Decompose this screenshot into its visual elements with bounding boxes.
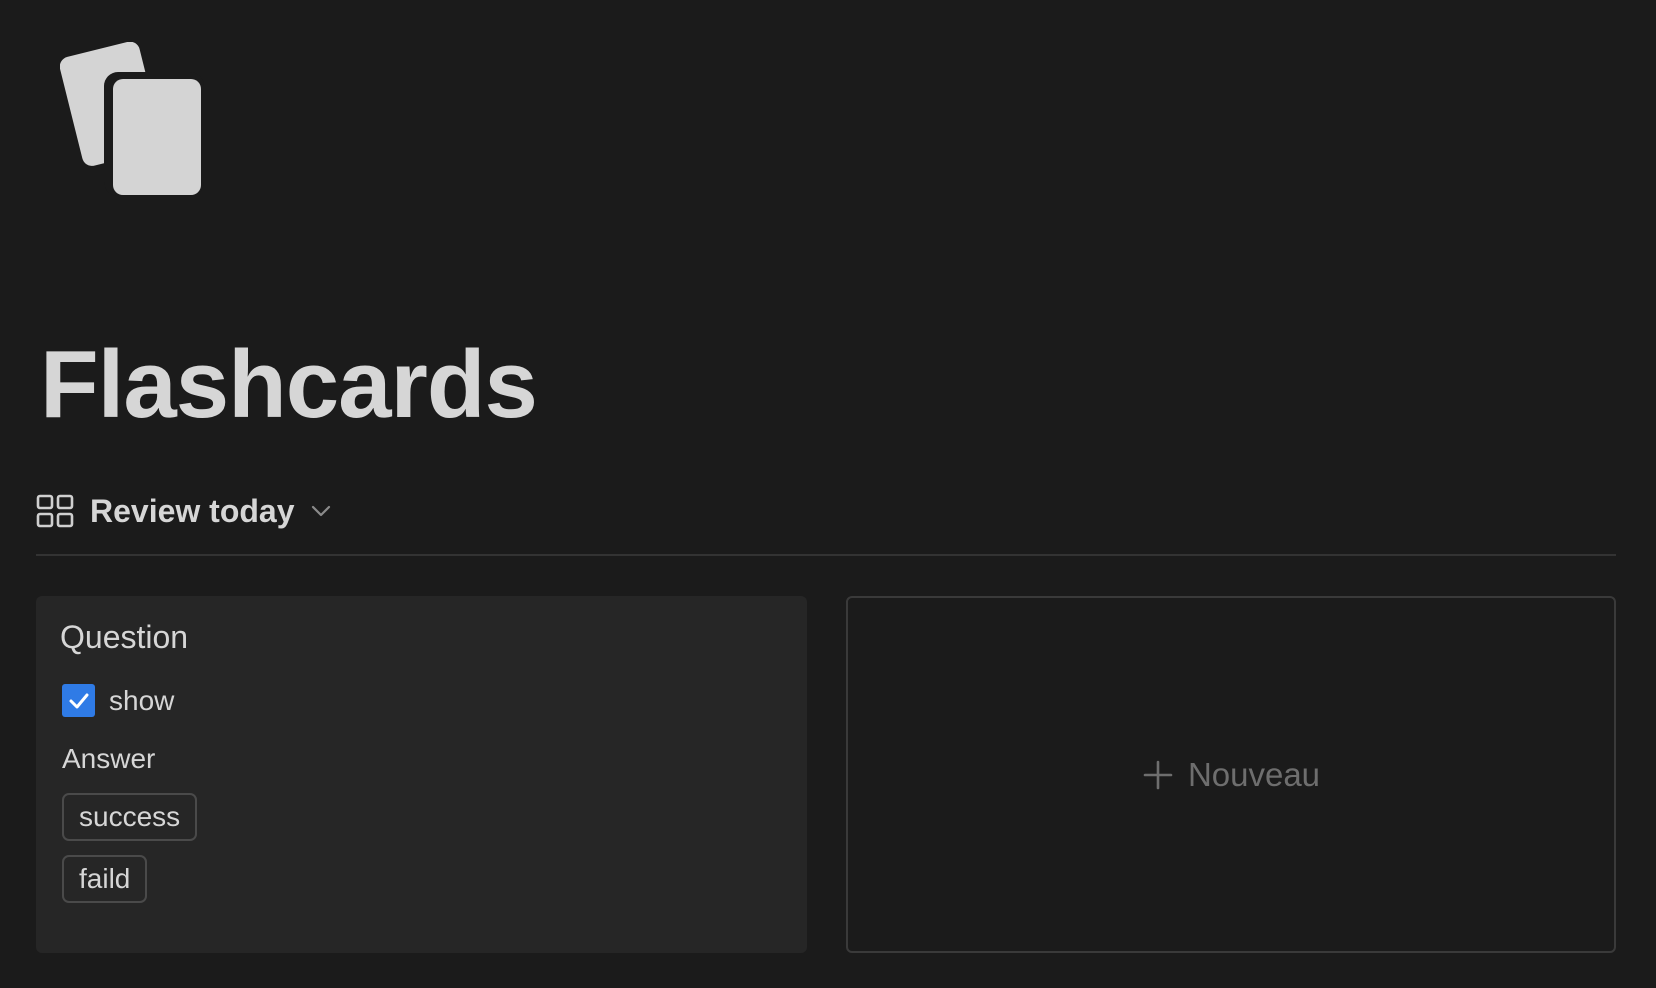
- view-tab-label: Review today: [90, 492, 295, 529]
- page-title[interactable]: Flashcards: [40, 330, 538, 440]
- new-card-label: Nouveau: [1187, 755, 1321, 793]
- view-divider: [36, 554, 1616, 556]
- gallery-card[interactable]: Question show Answer success faild: [36, 596, 807, 953]
- answer-property-label: Answer: [62, 743, 156, 774]
- flashcards-icon[interactable]: [60, 42, 210, 197]
- checkmark-icon: [69, 693, 88, 708]
- show-checkbox-label: show: [109, 684, 175, 716]
- show-checkbox[interactable]: [62, 684, 95, 717]
- plus-icon: [1143, 760, 1173, 789]
- answer-option-success[interactable]: success: [62, 793, 198, 841]
- answer-option-faild[interactable]: faild: [62, 855, 148, 903]
- gallery-grid-icon: [36, 494, 74, 528]
- show-property: show: [62, 684, 783, 717]
- chevron-down-icon[interactable]: [309, 499, 333, 523]
- new-card-button[interactable]: Nouveau: [846, 596, 1616, 953]
- view-tab-review-today[interactable]: Review today: [36, 488, 333, 534]
- card-title[interactable]: Question: [60, 618, 783, 656]
